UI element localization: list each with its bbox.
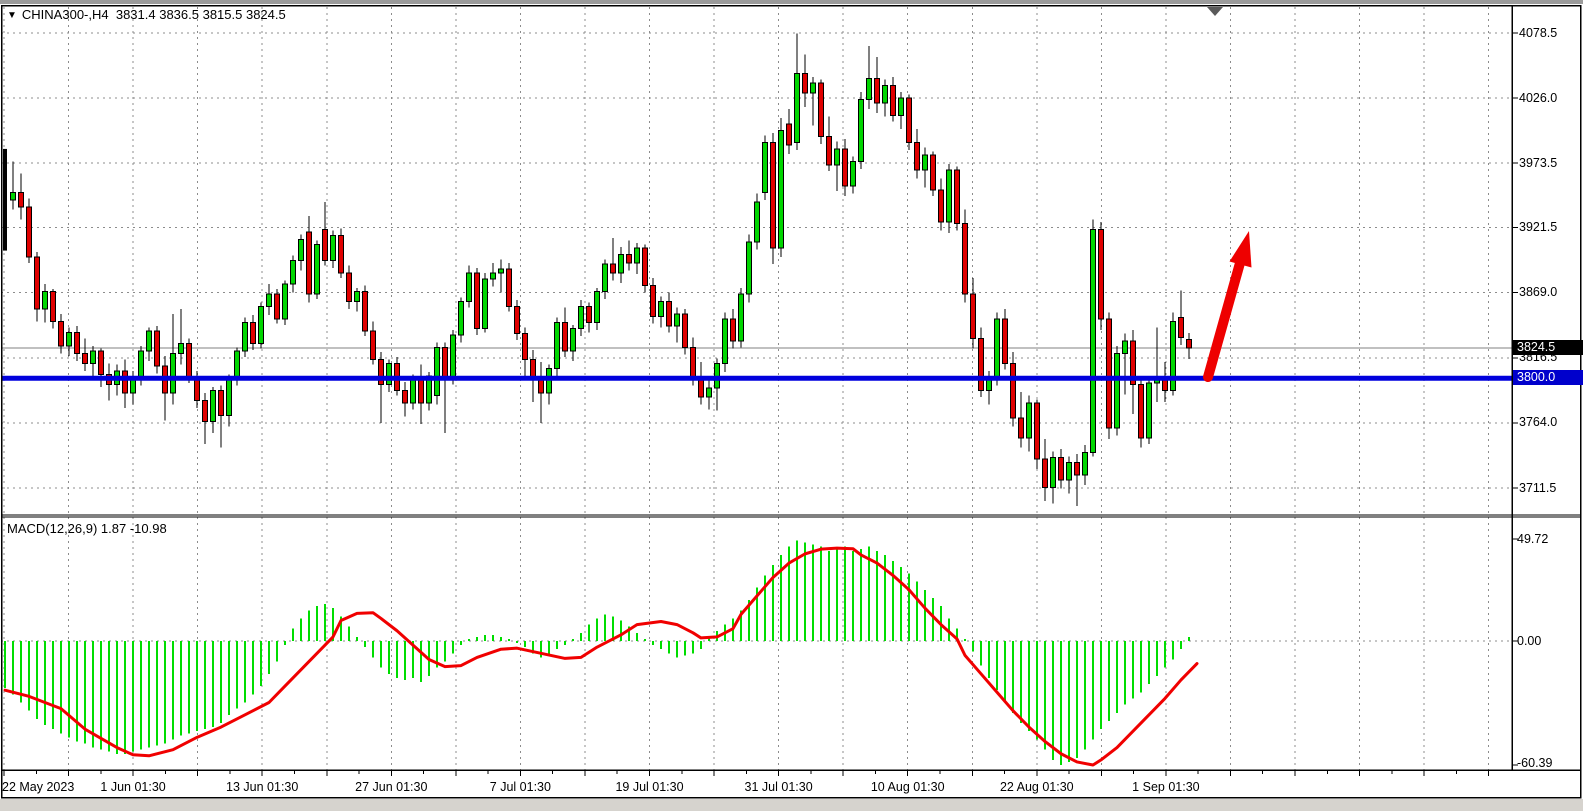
macd-histogram [5,541,1189,765]
time-axis-label: 22 Aug 01:30 [1000,780,1074,795]
last-price-badge: 3824.5 [1513,340,1583,355]
macd-axis-label: 0.00 [1517,634,1541,649]
time-axis-label: 31 Jul 01:30 [745,780,813,795]
price-axis-label: 3764.0 [1519,415,1557,430]
price-axis-label: 4026.0 [1519,91,1557,106]
bullish-arrow-annotation[interactable] [1208,231,1252,377]
chart-shift-marker-icon[interactable] [1207,7,1223,16]
trading-chart-window: ▼ CHINA300-,H4 3831.4 3836.5 3815.5 3824.… [0,0,1583,811]
candles-layer [3,34,1192,506]
price-axis-label: 4078.5 [1519,26,1557,41]
chart-title: ▼ CHINA300-,H4 3831.4 3836.5 3815.5 3824.… [7,7,286,22]
time-axis-label: 7 Jul 01:30 [490,780,551,795]
price-axis-label: 3921.5 [1519,220,1557,235]
level-line-price-badge: 3800.0 [1513,370,1583,385]
macd-axis-label: 49.72 [1517,532,1548,547]
symbol-timeframe-label: CHINA300-,H4 [22,7,109,22]
time-axis-label: 1 Sep 01:30 [1132,780,1199,795]
price-axis-label: 3711.5 [1519,481,1556,496]
window-bottom-edge [0,799,1583,811]
price-axis-label: 3973.5 [1519,156,1557,171]
time-axis-label: 10 Aug 01:30 [871,780,945,795]
time-axis-label: 1 Jun 01:30 [100,780,165,795]
time-axis-label: 13 Jun 01:30 [226,780,298,795]
time-axis-label: 27 Jun 01:30 [355,780,427,795]
ohlc-values-label: 3831.4 3836.5 3815.5 3824.5 [116,7,286,22]
time-axis-label: 22 May 2023 [2,780,74,795]
macd-axis-label: -60.39 [1517,756,1552,771]
macd-signal-line [5,548,1197,765]
time-axis-label: 19 Jul 01:30 [615,780,683,795]
chart-canvas[interactable] [0,0,1583,811]
price-axis-label: 3869.0 [1519,285,1557,300]
macd-indicator-label: MACD(12,26,9) 1.87 -10.98 [7,521,167,536]
symbol-dropdown-icon[interactable]: ▼ [7,10,17,21]
